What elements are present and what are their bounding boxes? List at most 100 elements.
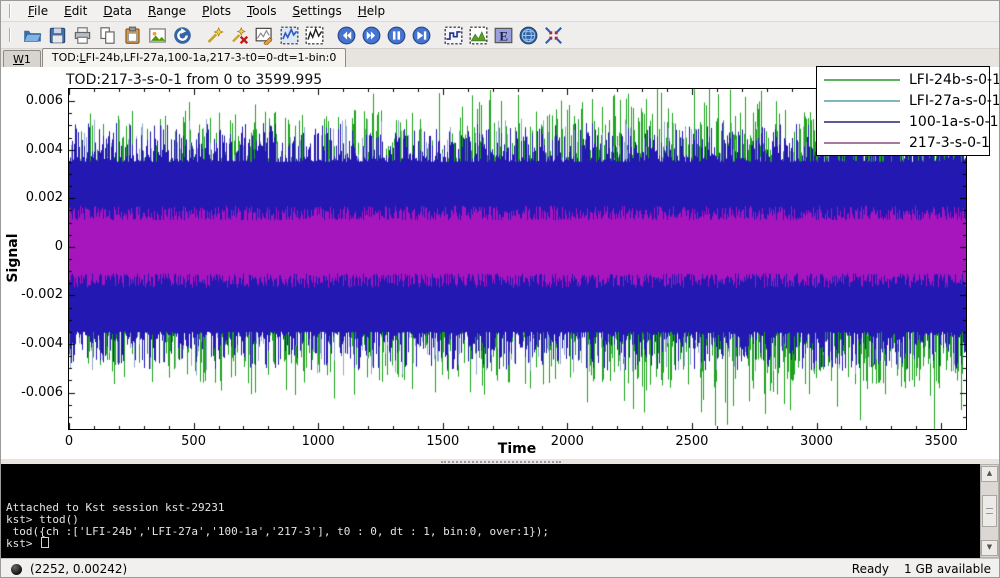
x-tick-label: 500 [181,434,206,449]
legend-label: 100-1a-s-0-1 [909,114,999,130]
paste-button[interactable] [120,23,145,47]
y-tick-label: 0.002 [5,190,63,205]
x-tick-label: 2500 [675,434,708,449]
layout-mode-icon [444,26,463,45]
data-wizard-button[interactable] [202,23,227,47]
console-prompt: kst> [6,537,39,550]
x-tick-label: 3500 [925,434,958,449]
status-ready: Ready [852,562,889,576]
console-line: Attached to Kst session kst-29231 [6,502,975,514]
zoom-x-mode-button[interactable] [302,23,327,47]
legend-entry: LFI-27a-s-0-1 [817,90,989,111]
scrollbar-thumb[interactable] [982,495,997,527]
label-editor-button[interactable]: E [491,23,516,47]
save-button[interactable] [45,23,70,47]
copy-icon [98,26,117,45]
legend-line-sample [824,121,900,123]
toolbar: E [1,22,999,49]
plot-editor-button[interactable] [252,23,277,47]
svg-text:E: E [499,28,508,43]
kst-window: FileEditDataRangePlotsToolsSettingsHelp … [0,0,1000,578]
scrollbar-track[interactable] [982,483,997,539]
splitter-grip-icon [441,461,561,463]
y-tick-label: 0.006 [5,93,63,108]
reload-button[interactable] [170,23,195,47]
x-tick-label: 0 [65,434,73,449]
data-mode-icon [519,26,538,45]
export-image-icon [148,26,167,45]
kst-console[interactable]: Attached to Kst session kst-29231kst> tt… [1,464,980,558]
graphics-mode-button[interactable] [466,23,491,47]
legend-label: LFI-27a-s-0-1 [909,93,1000,109]
y-tick-label: -0.002 [5,287,63,302]
data-wizard-icon [205,26,224,45]
console-cursor [41,537,49,548]
x-axis-label: Time [498,441,536,457]
legend-entry: 100-1a-s-0-1 [817,111,989,132]
y-tick-label: -0.006 [5,385,63,400]
menu-plots[interactable]: Plots [194,2,239,20]
menu-data[interactable]: Data [95,2,140,20]
pause-button[interactable] [384,23,409,47]
zoom-xy-mode-button[interactable] [277,23,302,47]
print-icon [73,26,92,45]
export-image-button[interactable] [145,23,170,47]
plot-window: TOD:217-3-s-0-1 from 0 to 3599.995 Signa… [1,67,1000,459]
menu-settings[interactable]: Settings [285,2,350,20]
legend-label: LFI-24b-s-0-1 [909,72,1000,88]
advance-one-screen-icon [362,26,381,45]
legend-entry: 217-3-s-0-1 [817,132,989,153]
scroll-down-icon[interactable]: ▼ [981,540,998,556]
scroll-up-icon[interactable]: ▲ [981,466,998,482]
read-to-end-icon [412,26,431,45]
status-bar: (2252, 0.00242) Ready 1 GB available [1,558,1000,578]
legend-line-sample [824,142,900,144]
open-icon [23,26,42,45]
menu-file[interactable]: File [20,2,56,20]
console-line: kst> ttod() [6,514,975,526]
x-tick-label: 1000 [302,434,335,449]
plot-legend[interactable]: LFI-24b-s-0-1LFI-27a-s-0-1100-1a-s-0-1 21… [816,66,990,156]
tab-plot-window[interactable]: TOD:LFI-24b,LFI-27a,100-1a,217-3-t0=0-dt… [42,48,346,69]
back-one-screen-button[interactable] [334,23,359,47]
status-led-icon [11,564,22,575]
zoom-x-mode-icon [305,26,324,45]
legend-line-sample [824,100,900,102]
edit-vectors-button[interactable] [227,23,252,47]
x-tick-label: 2000 [551,434,584,449]
plot-title: TOD:217-3-s-0-1 from 0 to 3599.995 [66,72,322,88]
plot-editor-icon [255,26,274,45]
advance-one-screen-button[interactable] [359,23,384,47]
x-tick-label: 1500 [426,434,459,449]
tied-zoom-button[interactable] [541,23,566,47]
menu-tools[interactable]: Tools [239,2,285,20]
tied-zoom-icon [544,26,563,45]
console-scrollbar[interactable]: ▲ ▼ [980,464,999,558]
x-tick-label: 3000 [800,434,833,449]
graphics-mode-icon [469,26,488,45]
layout-mode-button[interactable] [441,23,466,47]
y-tick-label: 0.004 [5,142,63,157]
console-line: tod({ch :['LFI-24b','LFI-27a','100-1a','… [6,526,975,538]
cursor-coordinates: (2252, 0.00242) [30,562,127,576]
legend-entry: LFI-24b-s-0-1 [817,69,989,90]
menubar-grip[interactable] [9,4,16,18]
read-to-end-button[interactable] [409,23,434,47]
open-button[interactable] [20,23,45,47]
toolbar-grip[interactable] [9,28,16,42]
edit-vectors-icon [230,26,249,45]
menu-range[interactable]: Range [140,2,194,20]
menu-help[interactable]: Help [350,2,393,20]
console-prompt-line[interactable]: kst> [6,537,975,550]
menu-edit[interactable]: Edit [56,2,95,20]
data-mode-button[interactable] [516,23,541,47]
reload-icon [173,26,192,45]
zoom-xy-mode-icon [280,26,299,45]
legend-line-sample [824,79,900,81]
legend-label: 217-3-s-0-1 [909,135,990,151]
menu-bar: FileEditDataRangePlotsToolsSettingsHelp [1,1,999,22]
y-tick-label: -0.004 [5,336,63,351]
print-button[interactable] [70,23,95,47]
copy-button[interactable] [95,23,120,47]
status-memory: 1 GB available [904,562,991,576]
